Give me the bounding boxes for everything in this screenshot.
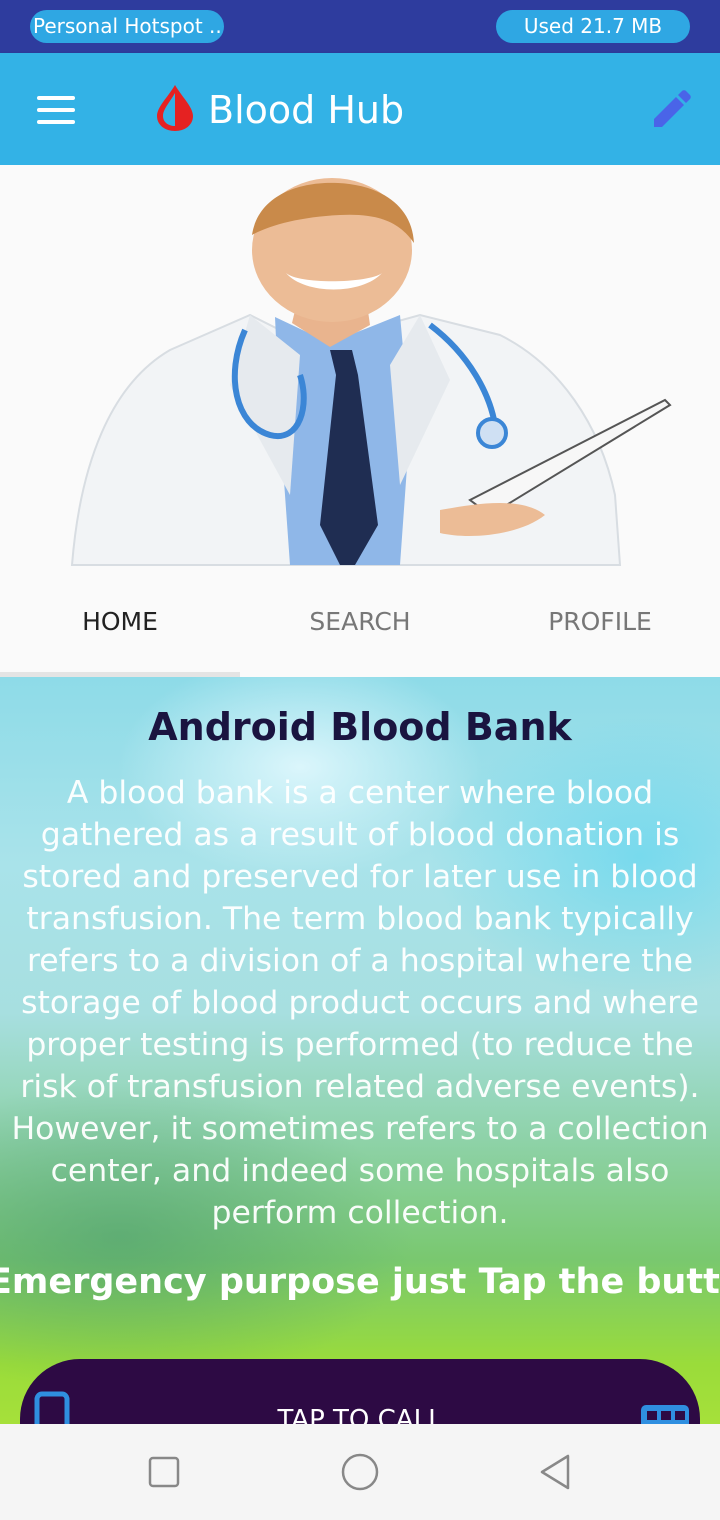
emergency-marquee: Emergency purpose just Tap the button — [0, 1262, 720, 1302]
hero-image — [0, 165, 720, 575]
tap-to-call-button[interactable]: TAP TO CALL — [20, 1359, 700, 1424]
pencil-icon[interactable] — [648, 87, 694, 133]
hotspot-pill[interactable]: Personal Hotspot ... — [30, 10, 224, 43]
tab-bar: HOME SEARCH PROFILE — [0, 575, 720, 677]
bus-icon — [641, 1405, 689, 1424]
call-button-label: TAP TO CALL — [277, 1405, 443, 1424]
tab-home[interactable]: HOME — [0, 605, 240, 639]
home-content[interactable]: Android Blood Bank A blood bank is a cen… — [0, 677, 720, 1424]
square-icon[interactable] — [144, 1452, 184, 1492]
system-nav-bar — [0, 1424, 720, 1520]
data-usage-pill[interactable]: Used 21.7 MB — [496, 10, 690, 43]
tab-profile[interactable]: PROFILE — [480, 605, 720, 639]
hamburger-menu-icon[interactable] — [30, 89, 82, 131]
triangle-back-icon[interactable] — [536, 1452, 576, 1492]
blood-drop-icon — [157, 85, 193, 131]
app-title: Blood Hub — [208, 88, 405, 132]
doctor-illustration — [70, 178, 672, 566]
content-description: A blood bank is a center where blood gat… — [11, 775, 709, 1231]
circle-icon[interactable] — [340, 1452, 380, 1492]
status-bar: Personal Hotspot ... Used 21.7 MB — [0, 0, 720, 53]
tab-search[interactable]: SEARCH — [240, 605, 480, 639]
app-bar: Blood Hub — [0, 53, 720, 165]
content-title: Android Blood Bank — [148, 705, 572, 749]
